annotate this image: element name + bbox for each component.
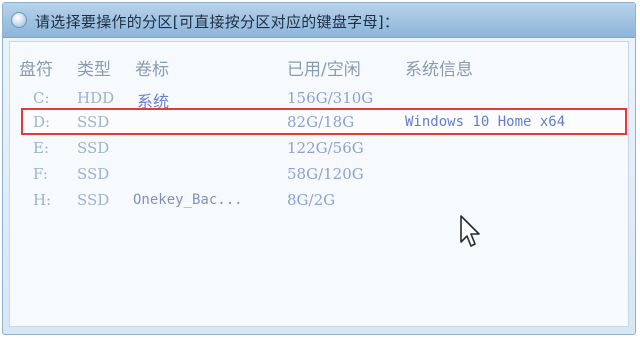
drive-letter: D: — [33, 113, 51, 131]
drive-type: SSD — [77, 191, 110, 209]
system-info: Windows 10 Home x64 — [405, 114, 566, 130]
usage-value: 122G/56G — [287, 139, 364, 157]
title-bar: 请选择要操作的分区[可直接按分区对应的键盘字母]： — [3, 3, 635, 38]
drive-letter: H: — [33, 191, 52, 209]
drive-letter: E: — [33, 139, 50, 157]
drive-letter: C: — [33, 89, 50, 107]
drive-type: SSD — [77, 139, 110, 157]
column-header-usage: 已用/空闲 — [287, 60, 361, 80]
drive-type: SSD — [77, 165, 110, 183]
column-header-type: 类型 — [77, 60, 111, 80]
app-icon — [11, 12, 27, 28]
partition-row-h[interactable]: H: SSD Onekey_Bac... 8G/2G — [3, 189, 635, 213]
partition-select-dialog: 请选择要操作的分区[可直接按分区对应的键盘字母]： 盘符 类型 卷标 已用/空闲… — [2, 2, 636, 335]
usage-value: 8G/2G — [287, 191, 336, 209]
usage-value: 58G/120G — [287, 165, 364, 183]
dialog-title: 请选择要操作的分区[可直接按分区对应的键盘字母]： — [35, 13, 400, 31]
column-header-label: 卷标 — [135, 60, 169, 80]
usage-value: 156G/310G — [287, 89, 374, 107]
partition-row-f[interactable]: F: SSD 58G/120G — [3, 163, 635, 187]
drive-type: HDD — [77, 89, 115, 107]
mouse-pointer-icon — [460, 215, 480, 247]
drive-type: SSD — [77, 113, 110, 131]
usage-value: 82G/18G — [287, 113, 355, 131]
partition-row-e[interactable]: E: SSD 122G/56G — [3, 137, 635, 161]
drive-letter: F: — [33, 165, 48, 183]
column-header-system: 系统信息 — [405, 60, 473, 80]
partition-row-d-selected[interactable]: D: SSD 82G/18G Windows 10 Home x64 — [21, 108, 627, 135]
volume-label: Onekey_Bac... — [133, 192, 243, 208]
column-header-drive: 盘符 — [19, 60, 53, 80]
